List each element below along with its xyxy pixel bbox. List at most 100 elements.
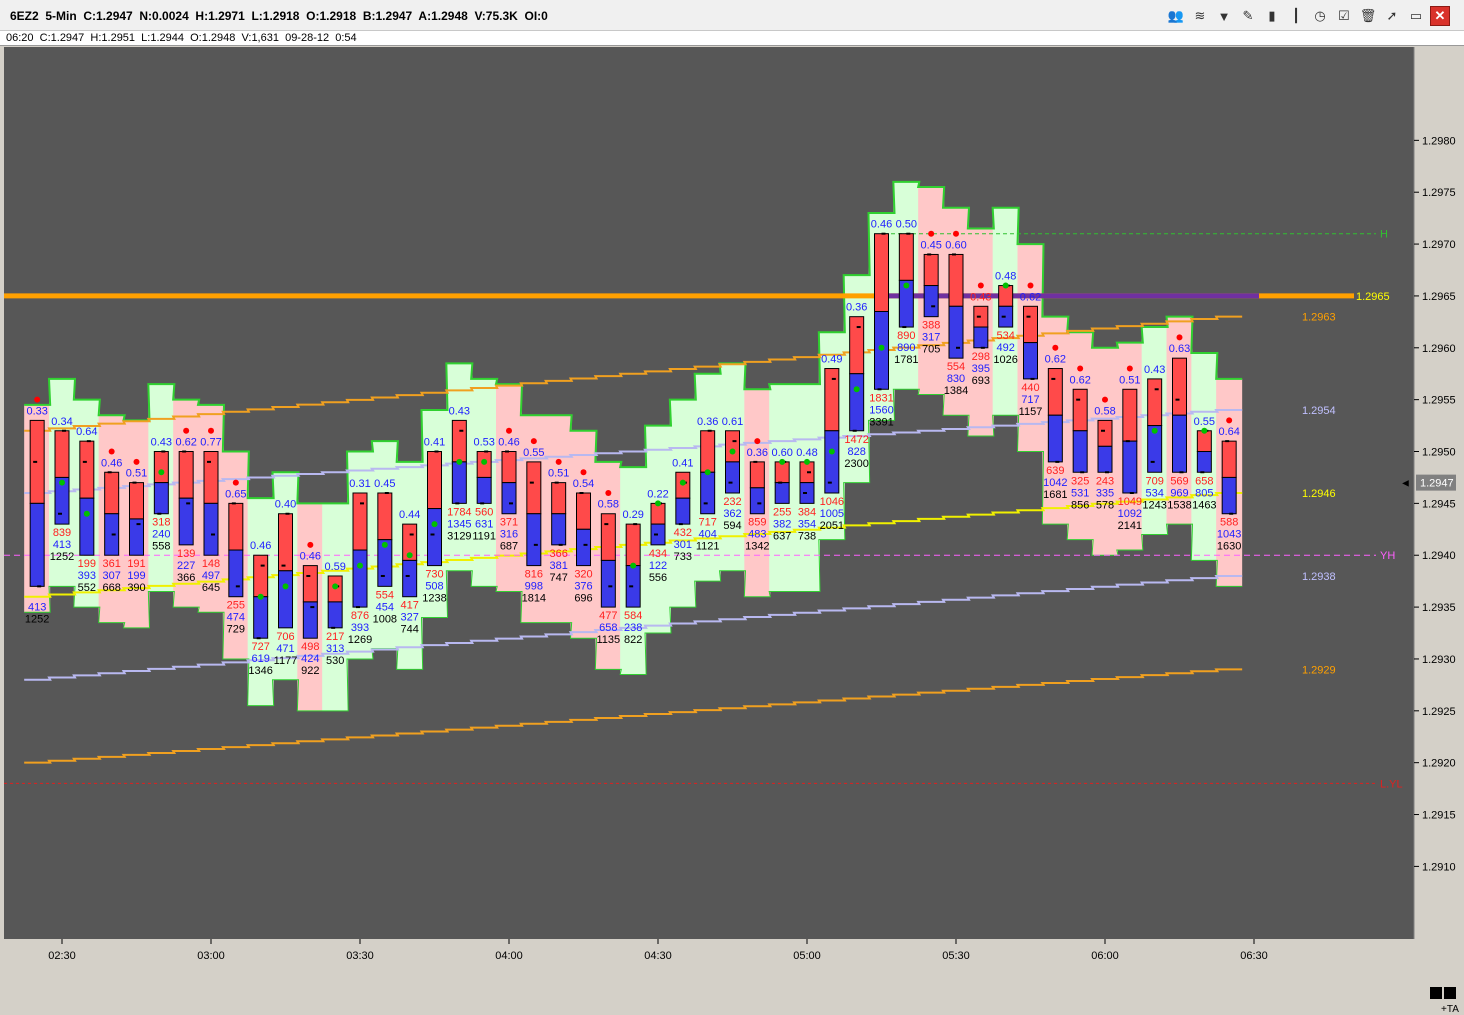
window-title: 6EZ2 5-Min C:1.2947 N:0.0024 H:1.2971 L:… — [10, 9, 548, 23]
candle-bid-volume — [501, 482, 517, 515]
clock-icon[interactable]: ◷ — [1310, 6, 1330, 26]
candle-bid-volume — [228, 549, 244, 598]
signal-dot — [83, 510, 90, 517]
candle-bid-volume — [253, 596, 269, 639]
signal-dot — [828, 448, 835, 455]
signal-dot — [506, 427, 512, 434]
ratio-label: 0.46 — [300, 551, 321, 563]
ask-volume-label: 477 — [599, 610, 617, 622]
price-tick-label: 1.2920 — [1422, 758, 1456, 770]
bid-volume-label: 382 — [773, 518, 791, 530]
ratio-label: 0.58 — [1094, 405, 1115, 417]
bid-volume-label: 497 — [202, 570, 220, 582]
ask-volume-label: 727 — [251, 641, 269, 653]
cursor-icon[interactable]: ➚ — [1382, 6, 1402, 26]
ratio-label: 0.33 — [26, 405, 47, 417]
ask-volume-label: 1784 — [447, 506, 471, 518]
ask-volume-label: 560 — [475, 506, 493, 518]
price-chart[interactable]: H YH L.YL 1.2965 1.2963 1.2954 1.2946 1.2938 1.2… — [4, 47, 1460, 973]
ratio-label: 0.40 — [275, 499, 296, 511]
bid-volume-label: 1043 — [1217, 529, 1241, 541]
ask-volume-label: 199 — [78, 558, 96, 570]
candle-bid-volume — [849, 373, 865, 432]
candle-bid-volume — [1072, 430, 1088, 473]
price-tick-label: 1.2935 — [1422, 602, 1456, 614]
total-volume-label: 530 — [326, 655, 344, 667]
bid-volume-label: 424 — [301, 653, 319, 665]
ratio-label: 0.46 — [101, 457, 122, 469]
candle-bid-volume — [427, 508, 442, 567]
signal-dot — [406, 552, 413, 559]
total-volume-label: 390 — [127, 582, 145, 594]
total-volume-label: 1135 — [597, 634, 621, 646]
bar-chart-icon[interactable]: ▮ — [1262, 6, 1282, 26]
total-volume-label: 2300 — [844, 458, 868, 470]
candle-ask-volume — [54, 430, 70, 478]
candle-icon[interactable]: ┃ — [1286, 6, 1306, 26]
bid-volume-label: 335 — [1096, 487, 1114, 499]
ask-volume-label: 232 — [723, 496, 741, 508]
bid-volume-label: 717 — [1021, 394, 1039, 406]
corner-button-1[interactable] — [1430, 987, 1442, 999]
total-volume-label: 3391 — [869, 416, 893, 428]
candle-bid-volume — [1196, 451, 1212, 473]
total-volume-label: 1342 — [745, 541, 769, 553]
bid-volume-label: 199 — [127, 570, 145, 582]
signal-dot — [1151, 427, 1158, 434]
price-tick-label: 1.2965 — [1422, 291, 1456, 303]
bid-volume-label: 362 — [723, 508, 741, 520]
ask-volume-label: 432 — [674, 527, 692, 539]
total-volume-label: 1346 — [248, 665, 272, 677]
people-icon[interactable]: 👥 — [1166, 6, 1186, 26]
ratio-label: 0.46 — [498, 437, 519, 449]
time-tick-label: 03:30 — [346, 950, 374, 962]
price-tick-label: 1.2970 — [1422, 239, 1456, 251]
ratio-label: 0.55 — [1194, 416, 1215, 428]
pencil-icon[interactable]: ✎ — [1238, 6, 1258, 26]
funnel-icon[interactable]: ▼ — [1214, 6, 1234, 26]
ask-volume-label: 1831 — [869, 392, 893, 404]
signal-dot — [605, 490, 612, 496]
ratio-label: 0.62 — [1069, 374, 1090, 386]
price-tick-label: 1.2955 — [1422, 395, 1456, 407]
bid-volume-label: 619 — [251, 653, 269, 665]
signal-dot — [804, 458, 810, 465]
candle-ask-volume — [501, 451, 517, 484]
bid-volume-label: 307 — [102, 570, 120, 582]
bar-info: 06:20 C:1.2947 H:1.2951 L:1.2944 O:1.294… — [6, 32, 357, 44]
total-volume-label: 1121 — [696, 541, 720, 553]
rainbow-icon[interactable]: ≋ — [1190, 6, 1210, 26]
signal-dot — [1226, 417, 1233, 424]
ask-volume-label: 434 — [649, 548, 667, 560]
candle-bid-volume — [1221, 476, 1237, 515]
bid-volume-label: 828 — [847, 446, 865, 458]
price-tick-label: 1.2980 — [1422, 135, 1456, 147]
ask-volume-label: 717 — [698, 517, 716, 529]
bid-volume-label: 492 — [996, 342, 1014, 354]
trash-icon[interactable]: 🗑 — [1358, 6, 1378, 26]
signal-dot — [381, 541, 388, 548]
corner-button-2[interactable] — [1444, 987, 1456, 999]
signal-dot — [332, 583, 339, 590]
close-icon[interactable]: ✕ — [1430, 6, 1450, 26]
ratio-label: 0.41 — [424, 437, 445, 449]
price-tick-label: 1.2950 — [1422, 447, 1456, 459]
corner-controls[interactable] — [1430, 987, 1458, 999]
bid-volume-label: 393 — [78, 570, 96, 582]
restore-icon[interactable]: ▭ — [1406, 6, 1426, 26]
ask-volume-label: 148 — [202, 558, 220, 570]
total-volume-label: 594 — [723, 520, 741, 532]
candle-bid-volume — [551, 513, 567, 546]
chart-panel[interactable]: H YH L.YL 1.2965 1.2963 1.2954 1.2946 1.2938 1.2… — [4, 47, 1460, 1015]
signal-dot — [1052, 344, 1059, 351]
candle-ask-volume — [253, 554, 269, 598]
checklist-icon[interactable]: ☑ — [1334, 6, 1354, 26]
candle-ask-volume — [600, 513, 616, 561]
candle-bid-volume — [576, 528, 591, 567]
bid-volume-label: 534 — [1145, 487, 1163, 499]
candle-bid-volume — [1097, 445, 1113, 473]
ask-volume-label: 584 — [624, 610, 642, 622]
ratio-label: 0.43 — [1144, 364, 1165, 376]
bid-volume-label: 381 — [549, 560, 567, 572]
total-volume-label: 1238 — [422, 593, 446, 605]
